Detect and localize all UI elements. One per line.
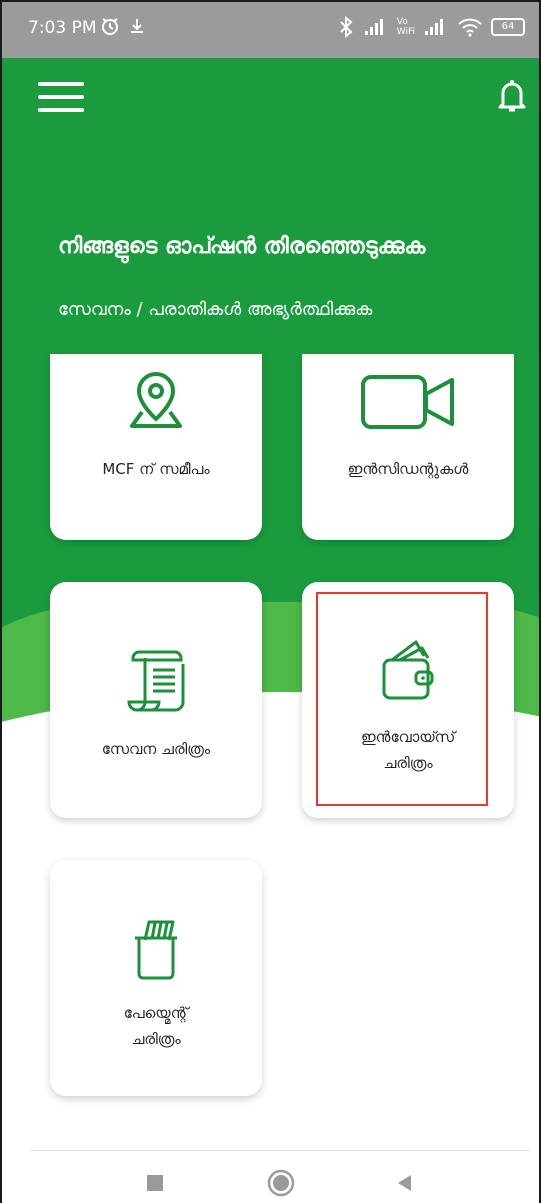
- alarm-icon: [100, 16, 120, 36]
- system-nav-bar: [2, 1152, 539, 1203]
- battery-level: 64: [501, 21, 515, 32]
- signal-icon: [363, 17, 389, 37]
- location-pin-icon: [126, 370, 186, 436]
- volte-top-text: Vo: [396, 17, 408, 27]
- hamburger-menu-icon[interactable]: [38, 80, 84, 118]
- wifi-icon: [457, 16, 483, 38]
- scroll-icon: [125, 644, 187, 720]
- signal-icon-2: [423, 17, 449, 37]
- volte-bottom-text: WiFi: [396, 27, 415, 37]
- status-time: 7:03 PM: [28, 18, 97, 38]
- card-label-line-1: പേയ്മെന്റ്: [123, 1004, 189, 1022]
- card-payment-history[interactable]: പേയ്മെന്റ് ചരിത്രം: [50, 860, 262, 1096]
- card-mcf-nearby[interactable]: MCF ന് സമീപം: [50, 354, 262, 540]
- app-screen: 7:03 PM Vo WiFi 64 നിങ്ങളുടെ ഓപ്ഷൻ തിരഞ്…: [0, 0, 541, 1203]
- volte-wifi-icon: Vo WiFi: [397, 17, 415, 37]
- card-label: ഇൻസിഡന്റുകൾ: [347, 460, 469, 478]
- page-subtitle: സേവനം / പരാതികൾ അഭ്യർത്ഥിക്കുക: [58, 299, 373, 320]
- video-camera-icon: [360, 374, 456, 434]
- home-button[interactable]: [266, 1168, 296, 1202]
- back-button[interactable]: [396, 1174, 414, 1196]
- notification-bell-icon[interactable]: [497, 78, 527, 118]
- recent-apps-button[interactable]: [146, 1174, 164, 1196]
- nav-divider: [30, 1150, 530, 1151]
- card-incidents[interactable]: ഇൻസിഡന്റുകൾ: [302, 354, 514, 540]
- card-label-line-2: ചരിത്രം: [131, 1030, 181, 1048]
- bluetooth-icon: [337, 16, 355, 38]
- battery-icon: 64: [491, 18, 525, 36]
- download-icon: [128, 16, 146, 36]
- page-title: നിങ്ങളുടെ ഓപ്ഷൻ തിരഞ്ഞെടുക്കുക: [58, 234, 426, 259]
- card-label: സേവന ചരിത്രം: [101, 740, 211, 758]
- status-bar: 7:03 PM Vo WiFi 64: [2, 2, 539, 58]
- payment-bin-icon: [131, 918, 181, 986]
- card-label: MCF ന് സമീപം: [102, 460, 210, 478]
- selection-highlight: [316, 592, 488, 806]
- card-service-history[interactable]: സേവന ചരിത്രം: [50, 582, 262, 818]
